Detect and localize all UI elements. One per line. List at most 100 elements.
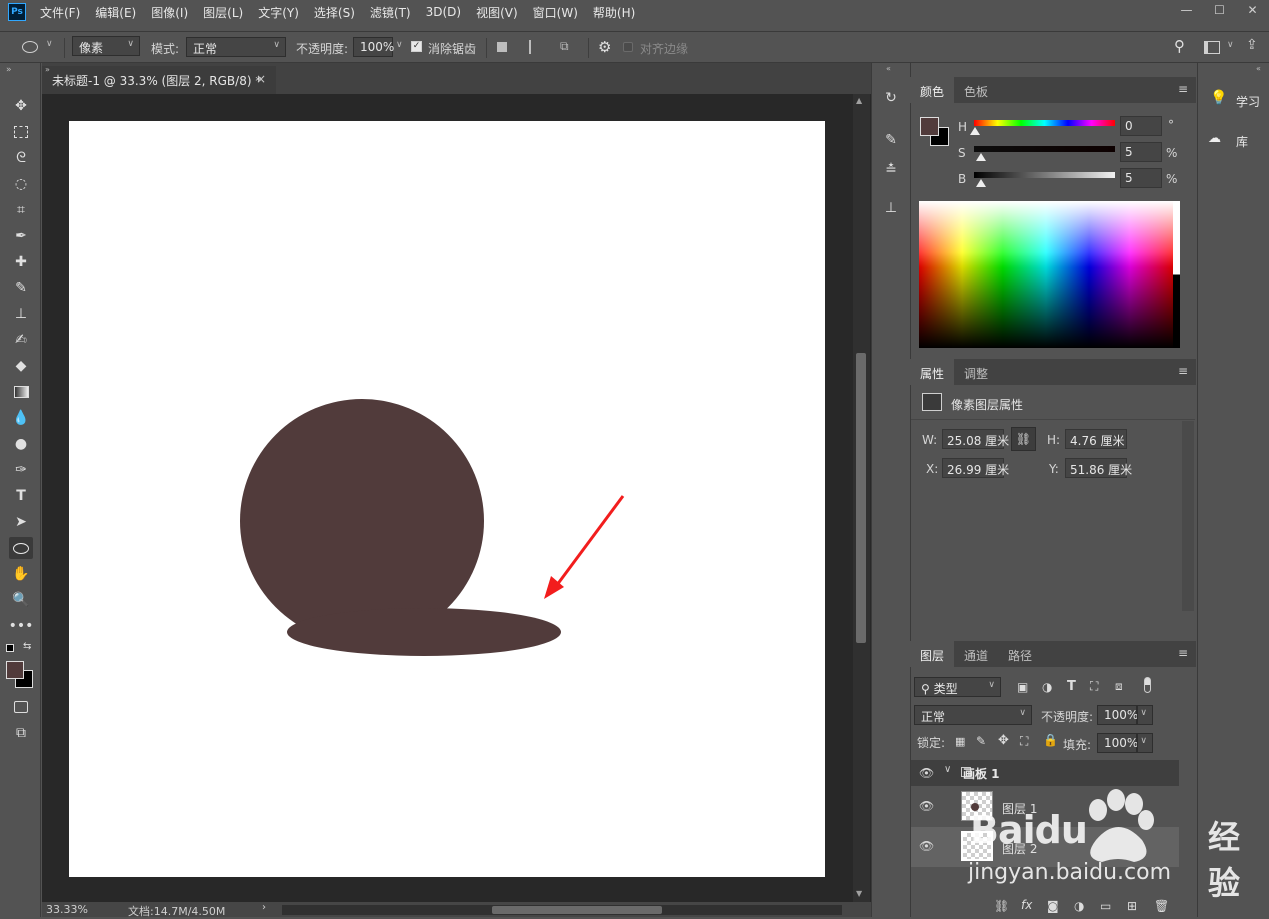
panel-menu-icon[interactable]: ≡	[1178, 646, 1188, 660]
gradient-tool-icon[interactable]	[9, 381, 33, 403]
properties-scrollbar[interactable]	[1182, 421, 1194, 611]
lock-image-icon[interactable]: ✎	[976, 734, 986, 748]
brush-settings-panel-icon[interactable]: ✎	[880, 129, 902, 151]
zoom-level[interactable]: 33.33%	[46, 903, 88, 916]
path-operations-icon[interactable]	[497, 42, 507, 52]
panel-menu-icon[interactable]: ≡	[1178, 82, 1188, 96]
filter-pixel-icon[interactable]: ▣	[1017, 680, 1028, 694]
menu-image[interactable]: 图像(I)	[151, 4, 188, 21]
tab-channels[interactable]: 通道	[954, 641, 998, 667]
chevron-down-icon[interactable]: ∨	[46, 39, 53, 49]
marquee-tool-icon[interactable]	[9, 121, 33, 143]
gear-icon[interactable]: ⚙	[598, 38, 611, 56]
menu-window[interactable]: 窗口(W)	[533, 4, 578, 21]
brightness-slider[interactable]	[974, 172, 1115, 178]
menu-help[interactable]: 帮助(H)	[593, 4, 635, 21]
panel-menu-icon[interactable]: ≡	[1178, 364, 1188, 378]
menu-file[interactable]: 文件(F)	[40, 4, 80, 21]
brush-tool-icon[interactable]: ✎	[9, 277, 33, 299]
maximize-button[interactable]: ☐	[1203, 0, 1236, 20]
quick-selection-tool-icon[interactable]: ◌	[9, 173, 33, 195]
saturation-slider-handle[interactable]	[976, 153, 986, 161]
saturation-slider[interactable]	[974, 146, 1115, 152]
workspace-icon[interactable]	[1204, 41, 1220, 54]
clone-stamp-tool-icon[interactable]: ⊥	[9, 303, 33, 325]
crop-tool-icon[interactable]: ⌗	[9, 199, 33, 221]
scroll-down-icon[interactable]: ▼	[856, 889, 862, 898]
screen-mode-icon[interactable]: ⧉	[9, 722, 33, 744]
spectrum-white-black-strip[interactable]	[1173, 201, 1180, 348]
eye-icon[interactable]: 👁	[919, 799, 934, 813]
filter-adjustment-icon[interactable]: ◑	[1042, 680, 1052, 694]
filter-toggle-icon[interactable]	[1144, 677, 1151, 693]
tab-properties[interactable]: 属性	[910, 359, 955, 385]
fill-dropdown[interactable]: ∨	[1137, 733, 1153, 753]
ellipse-tool-preset-icon[interactable]	[22, 41, 38, 53]
hue-slider[interactable]	[974, 120, 1115, 126]
blend-mode-select[interactable]: 正常 ∨	[914, 705, 1032, 725]
lock-all-icon[interactable]: 🔒	[1043, 733, 1058, 747]
path-selection-tool-icon[interactable]: ➤	[9, 511, 33, 533]
path-arrangement-icon[interactable]: ⧉	[560, 39, 569, 54]
hand-tool-icon[interactable]: ✋	[9, 563, 33, 585]
filter-shape-icon[interactable]: ⛶	[1090, 679, 1098, 694]
zoom-tool-icon[interactable]: 🔍	[9, 589, 33, 611]
width-input[interactable]: 25.08 厘米	[942, 429, 1009, 449]
menu-layer[interactable]: 图层(L)	[203, 4, 243, 21]
foreground-color-swatch[interactable]	[6, 661, 24, 679]
menu-type[interactable]: 文字(Y)	[258, 4, 299, 21]
history-brush-tool-icon[interactable]: ✍	[9, 329, 33, 351]
chevron-down-icon[interactable]: ∨	[944, 764, 951, 775]
document-tab[interactable]: 未标题-1 @ 33.3% (图层 2, RGB/8) * ×	[42, 66, 276, 94]
library-button[interactable]: ☁ 库	[1198, 126, 1269, 154]
menu-3d[interactable]: 3D(D)	[426, 5, 461, 19]
ellipse-tool-icon[interactable]	[9, 537, 33, 559]
history-panel-icon[interactable]: ↻	[880, 87, 902, 109]
shape-mode-select[interactable]: 像素 ∨	[72, 36, 140, 56]
hue-input[interactable]: 0	[1120, 116, 1162, 136]
tab-layers[interactable]: 图层	[910, 641, 955, 667]
type-tool-icon[interactable]: T	[9, 485, 33, 507]
share-icon[interactable]: ⇪	[1246, 37, 1258, 53]
y-input[interactable]: 51.86 厘米	[1065, 458, 1132, 478]
default-colors-icon[interactable]	[6, 644, 14, 652]
align-edges-checkbox[interactable]	[623, 42, 633, 52]
eyedropper-tool-icon[interactable]: ✒	[9, 225, 33, 247]
menu-edit[interactable]: 编辑(E)	[95, 4, 136, 21]
hue-slider-handle[interactable]	[970, 127, 980, 135]
lock-position-icon[interactable]: ✥	[998, 733, 1009, 748]
tab-swatches[interactable]: 色板	[954, 77, 998, 103]
vertical-scrollbar-thumb[interactable]	[856, 353, 866, 643]
adjustments-panel-icon[interactable]: ≛	[880, 159, 902, 181]
layer-filter-select[interactable]: ⚲ 类型 ∨	[914, 677, 1001, 697]
menu-view[interactable]: 视图(V)	[476, 4, 518, 21]
scroll-up-icon[interactable]: ▲	[856, 96, 862, 105]
path-alignment-icon[interactable]	[529, 40, 541, 54]
horizontal-scrollbar-thumb[interactable]	[492, 906, 662, 914]
menu-select[interactable]: 选择(S)	[314, 4, 355, 21]
fg-color-chip[interactable]	[920, 117, 939, 136]
chevron-down-icon[interactable]: ∨	[396, 40, 403, 50]
blur-tool-icon[interactable]: 💧	[9, 407, 33, 429]
brightness-slider-handle[interactable]	[976, 179, 986, 187]
minimize-button[interactable]: —	[1170, 0, 1203, 20]
lock-artboard-icon[interactable]: ⛶	[1020, 734, 1028, 749]
link-dimensions-icon[interactable]: ⛓	[1011, 427, 1036, 451]
canvas[interactable]	[69, 121, 825, 877]
more-tools-icon[interactable]: •••	[9, 615, 34, 637]
panel-collapse-icon[interactable]: »	[45, 65, 50, 74]
clone-source-panel-icon[interactable]: ⊥	[880, 197, 902, 219]
layer-opacity-dropdown[interactable]: ∨	[1137, 705, 1153, 725]
close-tab-icon[interactable]: ×	[256, 72, 266, 86]
opacity-input[interactable]: 100%	[353, 37, 394, 57]
lasso-tool-icon[interactable]: ᘓ	[9, 147, 33, 169]
learn-button[interactable]: 💡 学习	[1198, 86, 1269, 114]
healing-brush-tool-icon[interactable]: ✚	[9, 251, 33, 273]
search-icon[interactable]: ⚲	[1174, 37, 1185, 55]
panel-collapse-icon[interactable]: «	[1256, 64, 1261, 73]
move-tool-icon[interactable]: ✥	[9, 95, 33, 117]
tab-color[interactable]: 颜色	[910, 77, 955, 103]
chevron-down-icon[interactable]: ∨	[1227, 40, 1234, 50]
menu-filter[interactable]: 滤镜(T)	[370, 4, 411, 21]
lock-transparent-icon[interactable]: ▦	[955, 735, 965, 748]
